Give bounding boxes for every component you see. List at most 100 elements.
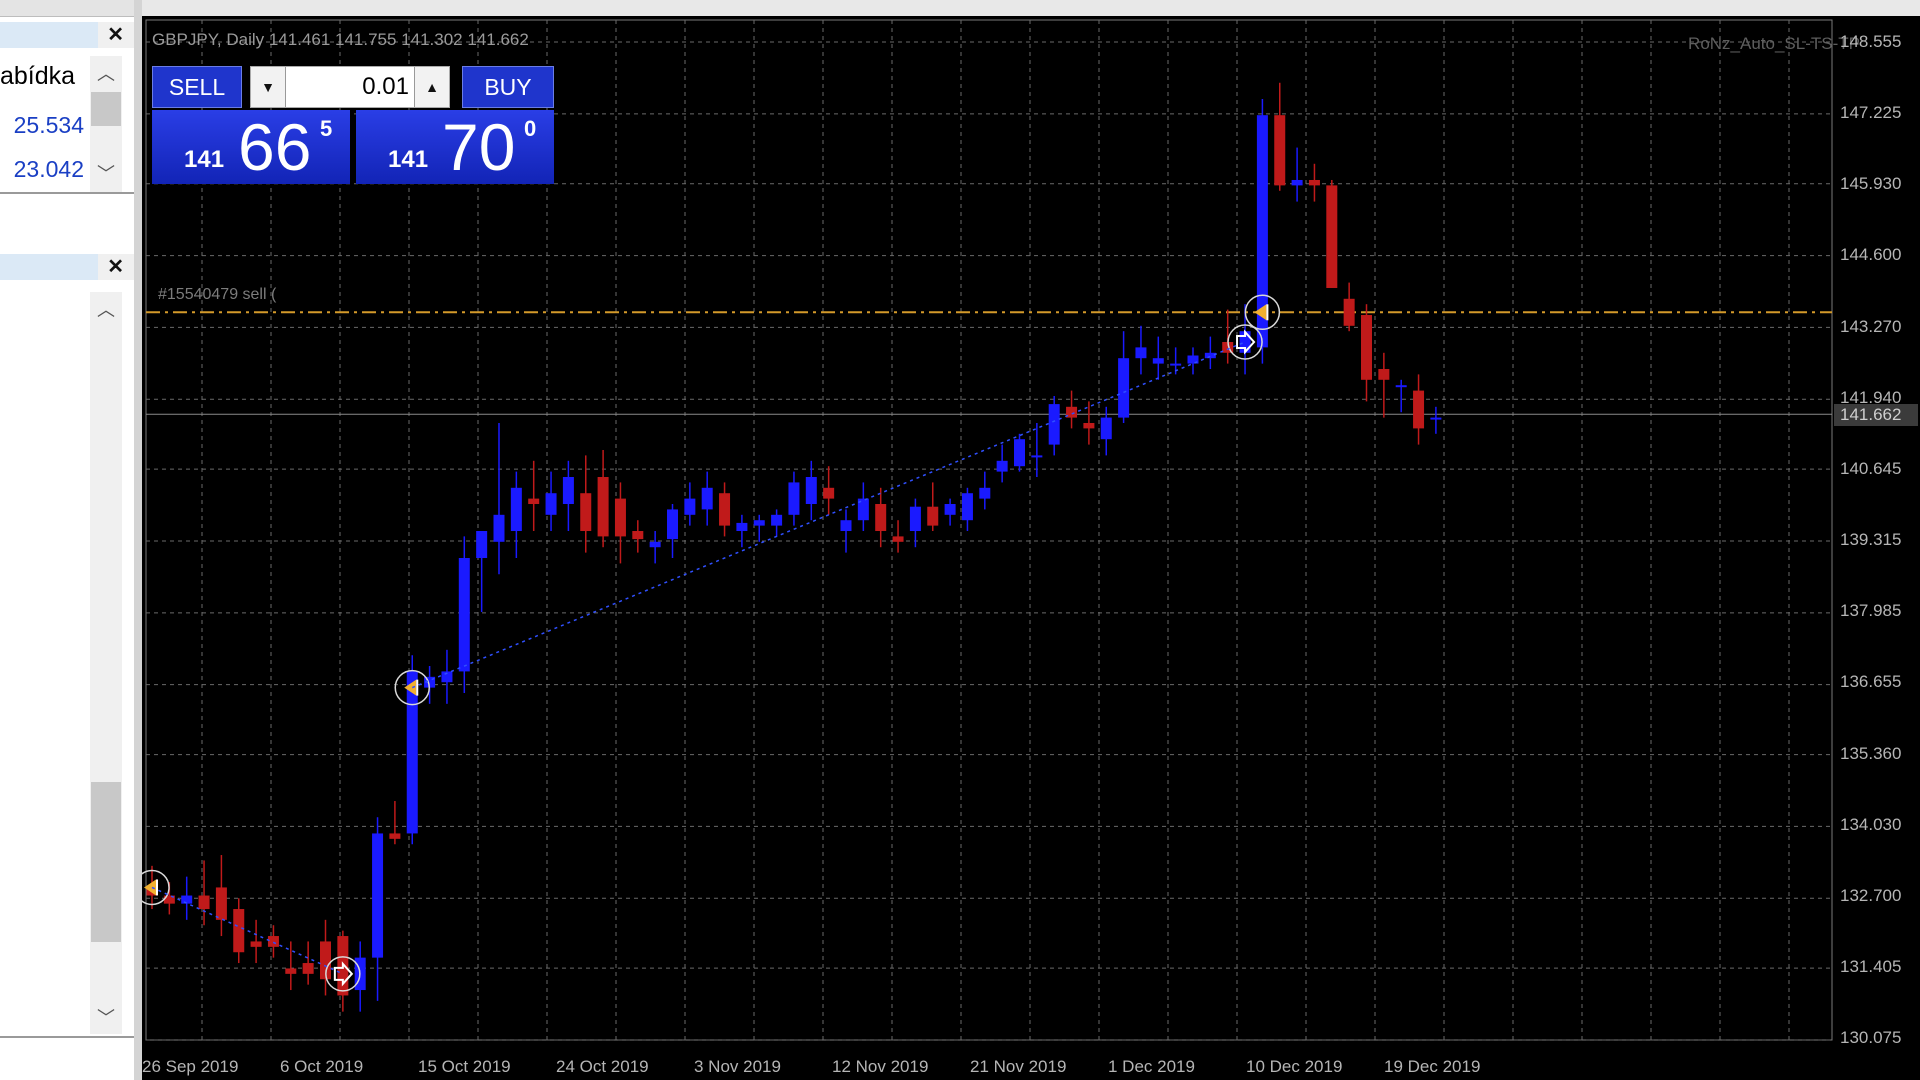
sell-arrow-bar <box>1266 304 1269 321</box>
scroll-thumb[interactable] <box>91 782 121 942</box>
scroll-thumb[interactable] <box>91 92 121 126</box>
candle-body <box>909 506 921 532</box>
scroll-up-icon[interactable]: ︿ <box>90 60 122 86</box>
price-tick-label: 140.645 <box>1840 459 1902 478</box>
candle-body <box>580 493 592 532</box>
navigator-tab[interactable] <box>0 254 98 280</box>
candle-body <box>1326 185 1338 288</box>
market-watch-row-value[interactable]: 25.534 <box>14 112 84 139</box>
candle-body <box>1118 358 1130 418</box>
price-tick-label: 139.315 <box>1840 530 1902 549</box>
date-tick-label: 3 Nov 2019 <box>694 1057 781 1076</box>
buy-price-fraction: 0 <box>524 116 537 141</box>
date-tick-label: 24 Oct 2019 <box>556 1057 649 1076</box>
candle-body <box>1083 423 1095 429</box>
scroll-down-icon[interactable]: ﹀ <box>90 1004 122 1030</box>
candle-body <box>701 487 713 510</box>
candle-body <box>1152 358 1164 364</box>
candle-body <box>1378 368 1390 380</box>
price-tick-label: 147.225 <box>1840 103 1902 122</box>
candle-body <box>944 504 956 515</box>
buy-button[interactable]: BUY <box>462 66 554 108</box>
candle-body <box>510 487 522 532</box>
candle-body <box>493 514 505 542</box>
market-watch-row-value[interactable]: 23.042 <box>14 156 84 183</box>
candle-body <box>632 531 644 540</box>
price-tick-label: 131.405 <box>1840 957 1902 976</box>
market-watch-scrollbar[interactable]: ︿ ﹀ <box>90 56 122 192</box>
panel-divider <box>0 192 134 194</box>
market-watch-column-header: abídka <box>0 62 76 90</box>
candle-body <box>614 498 626 537</box>
lot-decrease-icon[interactable]: ▼ <box>251 67 286 107</box>
candle-body <box>771 514 783 526</box>
candle-body <box>215 887 227 920</box>
candles <box>146 82 1442 1012</box>
candle-body <box>1430 417 1442 420</box>
candle-body <box>1361 314 1372 380</box>
close-navigator-icon[interactable]: ✕ <box>107 256 124 278</box>
candle-body <box>476 531 488 559</box>
scroll-down-icon[interactable]: ﹀ <box>90 160 122 186</box>
price-tick-label: 148.555 <box>1840 32 1902 51</box>
candle-body <box>961 493 973 521</box>
price-tick-label: 130.075 <box>1840 1028 1902 1047</box>
price-tick-label: 144.600 <box>1840 245 1902 264</box>
candle-body <box>875 504 887 532</box>
candle-body <box>562 477 574 505</box>
candle-body <box>1413 390 1425 429</box>
panel-top-strip <box>0 0 134 17</box>
current-price-label: 141.662 <box>1834 404 1918 426</box>
buy-price-button[interactable]: 141 70 0 <box>356 110 554 184</box>
date-tick-label: 19 Dec 2019 <box>1384 1057 1481 1076</box>
candle-body <box>840 520 852 532</box>
one-click-trading-panel: SELL ▼ ▲ BUY 141 66 5 141 70 0 <box>152 64 554 186</box>
sell-arrow-bar <box>416 679 419 696</box>
sell-price-pips: 66 <box>238 110 312 184</box>
price-tick-label: 135.360 <box>1840 744 1902 763</box>
navigator-header: ✕ <box>0 254 134 280</box>
date-tick-label: 12 Nov 2019 <box>832 1057 929 1076</box>
price-tick-label: 145.930 <box>1840 174 1902 193</box>
lot-increase-icon[interactable]: ▲ <box>414 67 449 107</box>
candle-body <box>198 895 210 910</box>
date-tick-label: 10 Dec 2019 <box>1246 1057 1343 1076</box>
sell-button[interactable]: SELL <box>152 66 242 108</box>
lot-size-control: ▼ ▲ <box>250 66 450 108</box>
scroll-up-icon[interactable]: ︿ <box>90 296 122 322</box>
chart-tab-bar <box>142 0 1920 17</box>
sell-price-button[interactable]: 141 66 5 <box>152 110 350 184</box>
panel-splitter[interactable] <box>134 0 142 1080</box>
date-tick-label: 1 Dec 2019 <box>1108 1057 1195 1076</box>
buy-price-pips: 70 <box>442 110 516 184</box>
lot-size-input[interactable] <box>287 67 413 107</box>
candle-body <box>1343 298 1355 326</box>
candle-body <box>667 509 678 540</box>
candle-body <box>406 671 418 834</box>
price-tick-label: 143.270 <box>1840 317 1902 336</box>
date-tick-label: 6 Oct 2019 <box>280 1057 364 1076</box>
price-tick-label: 137.985 <box>1840 601 1902 620</box>
candle-body <box>1395 385 1407 388</box>
candle-body <box>979 487 991 499</box>
candle-body <box>1014 439 1025 467</box>
candle-body <box>597 477 609 537</box>
candle-body <box>1048 404 1060 445</box>
navigator-scrollbar[interactable]: ︿ ﹀ <box>90 292 122 1034</box>
candle-body <box>1170 363 1182 366</box>
candle-body <box>736 522 748 532</box>
sell-price-fraction: 5 <box>320 116 333 141</box>
close-market-watch-icon[interactable]: ✕ <box>107 24 124 46</box>
expert-advisor-label: RoNz_Auto_SL-TS-TP <box>1688 34 1860 53</box>
price-tick-label: 136.655 <box>1840 672 1902 691</box>
candle-body <box>267 936 279 947</box>
candle-body <box>1308 179 1320 186</box>
market-watch-tab[interactable] <box>0 22 98 48</box>
date-tick-label: 21 Nov 2019 <box>970 1057 1067 1076</box>
candle-body <box>1274 115 1286 186</box>
price-tick-label: 134.030 <box>1840 815 1902 834</box>
date-tick-label: 15 Oct 2019 <box>418 1057 511 1076</box>
candle-body <box>649 541 661 548</box>
candle-body <box>1100 417 1112 440</box>
candle-body <box>250 941 262 947</box>
